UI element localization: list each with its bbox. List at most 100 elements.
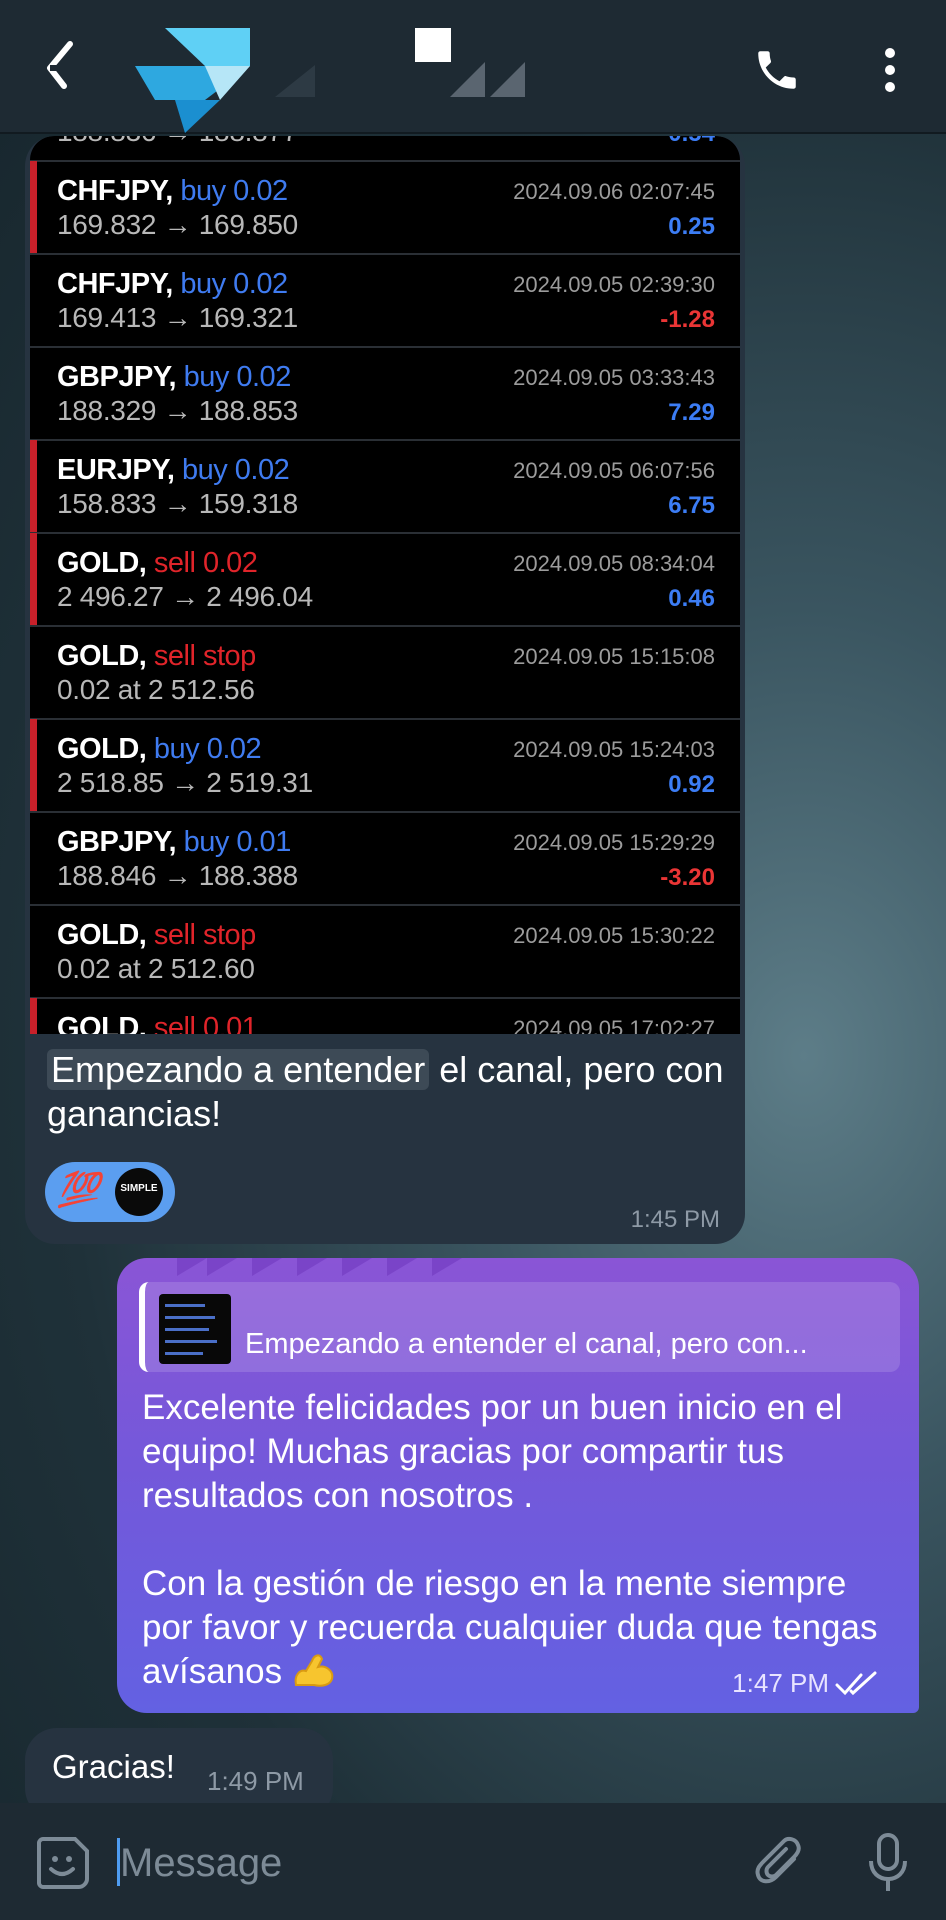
- flexed-biceps-icon: [294, 1654, 334, 1687]
- trade-row[interactable]: CHFJPY, buy 0.02 169.832 → 169.850 2024.09…: [30, 161, 740, 255]
- trade-status-bar: [30, 998, 37, 1034]
- trade-prices: 188.846 → 188.388: [57, 860, 298, 891]
- trade-prices: 188.329 → 188.853: [57, 395, 298, 426]
- symbol-text: GBPJPY,: [57, 826, 177, 858]
- outgoing-message-text: Excelente felicidades por un buen inicio…: [142, 1386, 902, 1694]
- trade-prices: 0.02 at 2 512.60: [57, 953, 255, 984]
- incoming-message-bubble[interactable]: 188.836 → 188.8770.54CHFJPY, buy 0.02169…: [25, 136, 745, 1244]
- symbol-text: GBPJPY,: [57, 361, 177, 393]
- trade-prices: 2 496.27 → 2 496.04: [57, 581, 313, 612]
- trade-prices: 158.833 → 159.318: [57, 488, 298, 519]
- symbol-text: GOLD,: [57, 640, 147, 672]
- symbol-text: GOLD,: [57, 547, 147, 579]
- trade-prices: 0.02 at 2 512.56: [57, 674, 255, 705]
- trade-action: buy 0.01: [183, 826, 292, 858]
- symbol-text: GOLD,: [57, 733, 147, 765]
- phone-icon[interactable]: [752, 45, 802, 95]
- trade-row[interactable]: CHFJPY, buy 0.02 169.413 → 169.321 2024.09…: [30, 254, 740, 348]
- trade-row[interactable]: GOLD, sell 0.02 2 496.27 → 2 496.04 2024.0…: [30, 533, 740, 627]
- trade-date: 2024.09.05 15:30:22: [513, 923, 715, 948]
- trade-status-bar: [30, 161, 37, 253]
- reply-preview-text: Empezando a entender el canal, pero con.…: [245, 1328, 808, 1360]
- trade-profit: -1.28: [660, 306, 715, 333]
- decorative-triangles-icon: [450, 62, 525, 97]
- trade-action: sell stop: [153, 919, 256, 951]
- trade-prices: 188.836 → 188.877: [57, 136, 298, 148]
- trade-symbol: GOLD, sell stop: [57, 919, 256, 952]
- message-input[interactable]: [118, 1831, 722, 1895]
- trade-action: sell 0.01: [153, 1012, 258, 1034]
- trade-row[interactable]: GBPJPY, buy 0.02 188.329 → 188.853 2024.09…: [30, 347, 740, 441]
- outgoing-message-bubble[interactable]: Empezando a entender el canal, pero con.…: [117, 1258, 919, 1713]
- trade-symbol: GOLD, sell stop: [57, 640, 256, 673]
- reply-quote[interactable]: Empezando a entender el canal, pero con.…: [139, 1282, 900, 1372]
- trade-date: 2024.09.05 15:24:03: [513, 737, 715, 762]
- trade-symbol: CHFJPY, buy 0.02: [57, 175, 288, 208]
- trade-profit: -3.20: [660, 864, 715, 891]
- more-vert-icon[interactable]: [875, 45, 905, 95]
- logo-icon[interactable]: [135, 28, 250, 133]
- trade-row[interactable]: GOLD, buy 0.02 2 518.85 → 2 519.31 2024.09…: [30, 719, 740, 813]
- trade-row[interactable]: GOLD, sell stop 0.02 at 2 512.60 2024.09.0…: [30, 905, 740, 999]
- trade-date: 2024.09.05 15:15:08: [513, 644, 715, 669]
- trade-row[interactable]: GOLD, sell stop 0.02 at 2 512.56 2024.09.0…: [30, 626, 740, 720]
- trade-row[interactable]: GBPJPY, buy 0.01 188.846 → 188.388 2024.09…: [30, 812, 740, 906]
- trade-action: buy 0.02: [183, 361, 292, 393]
- avatar-label: SIMPLE: [120, 1183, 158, 1194]
- trade-symbol: GOLD, buy 0.02: [57, 733, 262, 766]
- trade-row[interactable]: 188.836 → 188.877 0.54: [30, 136, 740, 162]
- decorative-square-icon: [415, 28, 451, 62]
- trade-action: buy 0.02: [180, 175, 288, 207]
- incoming-message-text: Gracias!: [52, 1748, 175, 1785]
- microphone-icon[interactable]: [868, 1833, 908, 1893]
- trade-profit: 0.92: [668, 771, 715, 798]
- symbol-text: GOLD,: [57, 919, 147, 951]
- trade-action: buy 0.02: [153, 733, 262, 765]
- decorative-triangle-icon: [275, 65, 315, 97]
- trade-status-bar: [30, 440, 37, 532]
- trade-action: buy 0.02: [180, 268, 288, 300]
- trade-row[interactable]: GOLD, sell 0.01 2024.09.05 17:02:27: [30, 998, 740, 1034]
- trade-symbol: GBPJPY, buy 0.01: [57, 826, 291, 859]
- hundred-points-icon: 💯: [57, 1171, 100, 1209]
- trade-prices: 169.413 → 169.321: [57, 302, 298, 333]
- trade-symbol: GOLD, sell 0.01: [57, 1012, 258, 1034]
- trade-profit: 6.75: [668, 492, 715, 519]
- trade-symbol: GOLD, sell 0.02: [57, 547, 258, 580]
- trade-prices: 2 518.85 → 2 519.31: [57, 767, 313, 798]
- symbol-text: CHFJPY,: [57, 268, 173, 300]
- trade-symbol: GBPJPY, buy 0.02: [57, 361, 291, 394]
- reply-thumbnail: [159, 1294, 231, 1364]
- back-icon[interactable]: [40, 40, 80, 90]
- reaction-chip[interactable]: 💯 SIMPLE: [45, 1162, 175, 1222]
- trade-action: sell 0.02: [153, 547, 258, 579]
- trade-symbol: EURJPY, buy 0.02: [57, 454, 290, 487]
- trade-status-bar: [30, 719, 37, 811]
- trade-date: 2024.09.05 15:29:29: [513, 830, 715, 855]
- paperclip-icon[interactable]: [752, 1835, 806, 1891]
- symbol-text: CHFJPY,: [57, 175, 173, 207]
- double-check-icon: [835, 1671, 877, 1696]
- symbol-text: GOLD,: [57, 1012, 147, 1034]
- chat-header: [0, 0, 946, 134]
- message-timestamp: 1:45 PM: [630, 1206, 720, 1233]
- sticker-icon[interactable]: [35, 1835, 91, 1891]
- trade-date: 2024.09.06 02:07:45: [513, 179, 715, 204]
- trade-date: 2024.09.05 17:02:27: [513, 1016, 715, 1034]
- symbol-text: EURJPY,: [57, 454, 175, 486]
- trade-profit: 0.25: [668, 213, 715, 240]
- trade-date: 2024.09.05 08:34:04: [513, 551, 715, 576]
- trade-history-screenshot[interactable]: 188.836 → 188.8770.54CHFJPY, buy 0.02169…: [30, 136, 740, 1034]
- trade-action: buy 0.02: [181, 454, 290, 486]
- trade-symbol: CHFJPY, buy 0.02: [57, 268, 288, 301]
- trade-action: sell stop: [153, 640, 256, 672]
- trade-date: 2024.09.05 06:07:56: [513, 458, 715, 483]
- trade-profit: 0.54: [668, 136, 715, 148]
- trade-row[interactable]: EURJPY, buy 0.02 158.833 → 159.318 2024.09…: [30, 440, 740, 534]
- trade-status-bar: [30, 533, 37, 625]
- trade-date: 2024.09.05 03:33:43: [513, 365, 715, 390]
- trade-profit: 0.46: [668, 585, 715, 612]
- incoming-message-text: Empezando a entender el canal, pero con …: [47, 1048, 727, 1136]
- message-timestamp: 1:49 PM: [207, 1766, 304, 1796]
- message-timestamp: 1:47 PM: [732, 1668, 829, 1698]
